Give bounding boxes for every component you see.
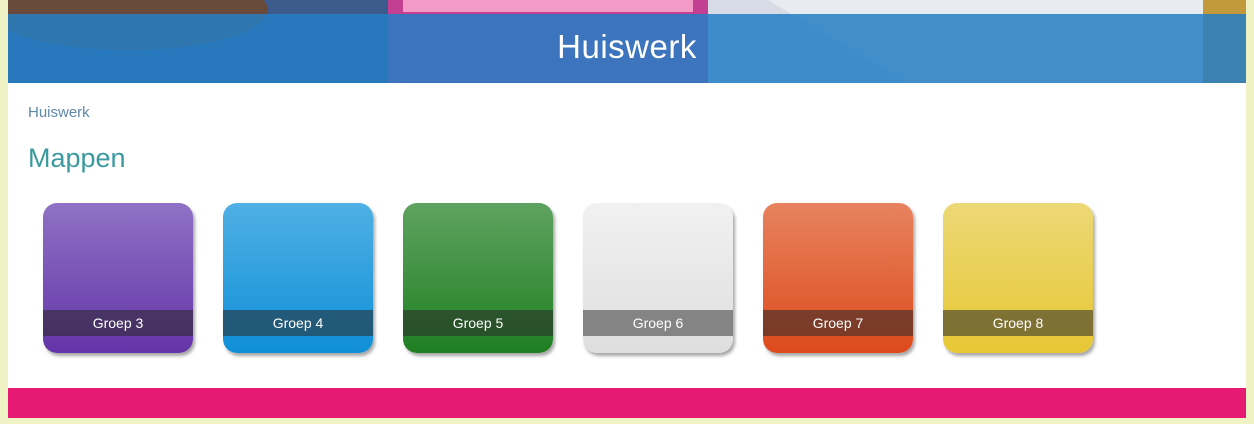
folder-label: Groep 5 [403,310,553,336]
folder-groep-5[interactable]: Groep 5 [403,203,553,353]
folder-groep-8[interactable]: Groep 8 [943,203,1093,353]
folder-label: Groep 7 [763,310,913,336]
breadcrumb-item-huiswerk[interactable]: Huiswerk [28,104,90,121]
folder-label: Groep 8 [943,310,1093,336]
folder-groep-6[interactable]: Groep 6 [583,203,733,353]
folder-groep-4[interactable]: Groep 4 [223,203,373,353]
header-banner: Huiswerk [8,0,1246,83]
footer-bar [8,388,1246,418]
folder-groep-3[interactable]: Groep 3 [43,203,193,353]
breadcrumb[interactable]: Huiswerk [28,104,90,121]
page: Huiswerk Huiswerk Mappen Groep 3 Groep 4… [8,0,1246,418]
folder-label: Groep 4 [223,310,373,336]
page-title: Huiswerk [557,28,697,65]
folder-groep-7[interactable]: Groep 7 [763,203,913,353]
folder-label: Groep 6 [583,310,733,336]
folder-label: Groep 3 [43,310,193,336]
section-title: Mappen [28,143,126,173]
